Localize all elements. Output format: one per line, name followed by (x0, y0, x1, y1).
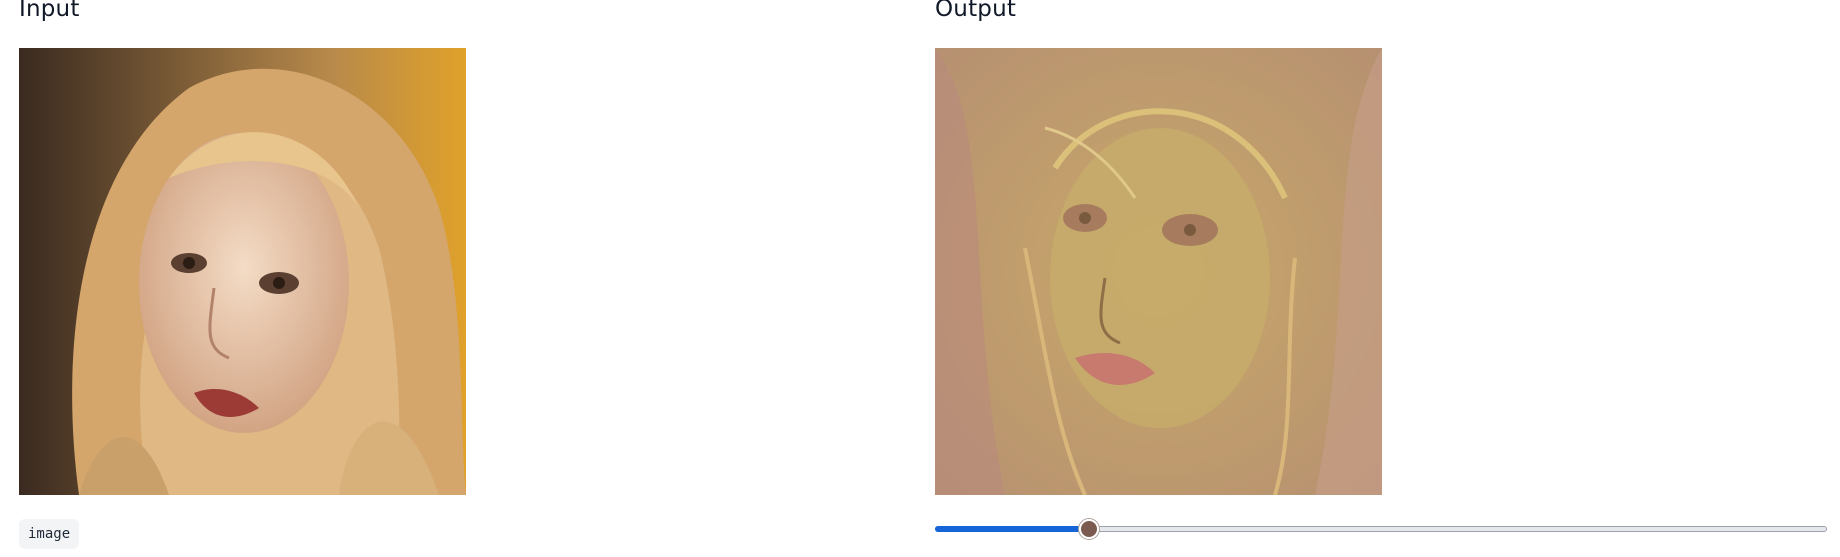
comparison-slider[interactable] (935, 519, 1827, 539)
slider-thumb[interactable] (1079, 519, 1100, 539)
input-image (19, 48, 466, 495)
slider-fill (935, 526, 1090, 532)
input-title: Input (19, 0, 80, 22)
portrait-photo-icon (19, 48, 466, 495)
stylized-portrait-icon (935, 48, 1382, 495)
output-title: Output (935, 0, 1017, 22)
image-label-badge: image (19, 519, 80, 549)
output-image (935, 48, 1382, 495)
